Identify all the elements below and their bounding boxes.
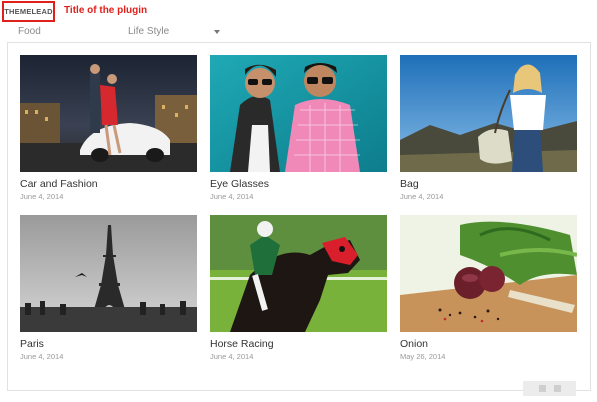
card-title[interactable]: Onion xyxy=(400,338,428,350)
pagination xyxy=(523,381,576,396)
horse-racing-image xyxy=(210,215,387,332)
card-title[interactable]: Eye Glasses xyxy=(210,178,269,190)
card-title[interactable]: Car and Fashion xyxy=(20,178,98,190)
card-date: June 4, 2014 xyxy=(20,192,64,201)
card-title[interactable]: Horse Racing xyxy=(210,338,274,350)
card-date: May 26, 2014 xyxy=(400,352,446,361)
plugin-logo: THEMELEAD xyxy=(4,7,53,16)
card-title[interactable]: Paris xyxy=(20,338,44,350)
bag-image xyxy=(400,55,577,172)
caret-down-icon[interactable] xyxy=(214,30,220,34)
plugin-logo-box: THEMELEAD xyxy=(2,1,55,22)
car-fashion-photo[interactable] xyxy=(20,55,197,172)
card-title[interactable]: Bag xyxy=(400,178,419,190)
paris-image xyxy=(20,215,197,332)
eyeglasses-photo[interactable] xyxy=(210,55,387,172)
page-dot-1[interactable] xyxy=(538,385,546,392)
page-dot-2[interactable] xyxy=(553,385,561,392)
onion-photo[interactable] xyxy=(400,215,577,332)
eyeglasses-image xyxy=(210,55,387,172)
car-fashion-image xyxy=(20,55,197,172)
horse-racing-photo[interactable] xyxy=(210,215,387,332)
tab-food[interactable]: Food xyxy=(18,26,41,37)
card-date: June 4, 2014 xyxy=(400,192,444,201)
onion-image xyxy=(400,215,577,332)
bag-photo[interactable] xyxy=(400,55,577,172)
paris-photo[interactable] xyxy=(20,215,197,332)
card-date: June 4, 2014 xyxy=(210,352,254,361)
plugin-title: Title of the plugin xyxy=(64,5,148,16)
card-date: June 4, 2014 xyxy=(20,352,64,361)
tab-life-style[interactable]: Life Style xyxy=(128,26,169,37)
card-date: June 4, 2014 xyxy=(210,192,254,201)
